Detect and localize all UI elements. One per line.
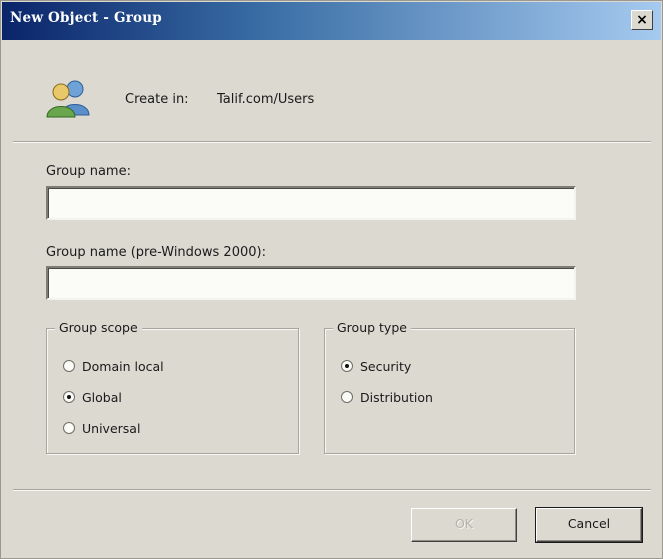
radio-circle-selected[interactable] <box>63 391 75 403</box>
radio-label: Distribution <box>360 389 433 405</box>
footer-separator <box>13 489 651 491</box>
radio-circle[interactable] <box>63 422 75 434</box>
type-security-radio[interactable]: Security <box>341 356 411 376</box>
group-name-input[interactable] <box>46 186 576 220</box>
group-name-pre2000-label: Group name (pre-Windows 2000): <box>46 245 266 260</box>
scope-universal-radio[interactable]: Universal <box>63 418 140 438</box>
create-in-value: Talif.com/Users <box>217 92 315 107</box>
radio-label: Domain local <box>82 358 164 374</box>
scope-domain-local-radio[interactable]: Domain local <box>63 356 164 376</box>
radio-label: Universal <box>82 420 141 436</box>
window-title: New Object - Group <box>10 10 162 26</box>
create-in-label: Create in: <box>125 92 189 107</box>
group-type-groupbox: Group type Security Distribution <box>324 320 575 454</box>
type-distribution-radio[interactable]: Distribution <box>341 387 433 407</box>
radio-label: Security <box>360 358 412 374</box>
new-group-dialog: New Object - Group × Create in: Talif.co… <box>0 0 663 559</box>
close-button[interactable]: × <box>631 10 653 30</box>
close-icon: × <box>636 12 648 28</box>
header-separator <box>13 141 651 143</box>
group-users-icon <box>46 80 90 118</box>
cancel-button[interactable]: Cancel <box>535 507 643 543</box>
group-scope-legend: Group scope <box>55 320 142 335</box>
radio-circle-selected[interactable] <box>341 360 353 372</box>
radio-label: Global <box>82 389 122 405</box>
title-bar[interactable]: New Object - Group × <box>2 2 661 40</box>
group-scope-groupbox: Group scope Domain local Global Universa… <box>46 320 299 454</box>
radio-circle[interactable] <box>63 360 75 372</box>
radio-circle[interactable] <box>341 391 353 403</box>
group-name-label: Group name: <box>46 164 131 179</box>
scope-global-radio[interactable]: Global <box>63 387 122 407</box>
ok-button[interactable]: OK <box>411 508 517 542</box>
group-name-pre2000-input[interactable] <box>46 266 576 300</box>
group-type-legend: Group type <box>333 320 411 335</box>
